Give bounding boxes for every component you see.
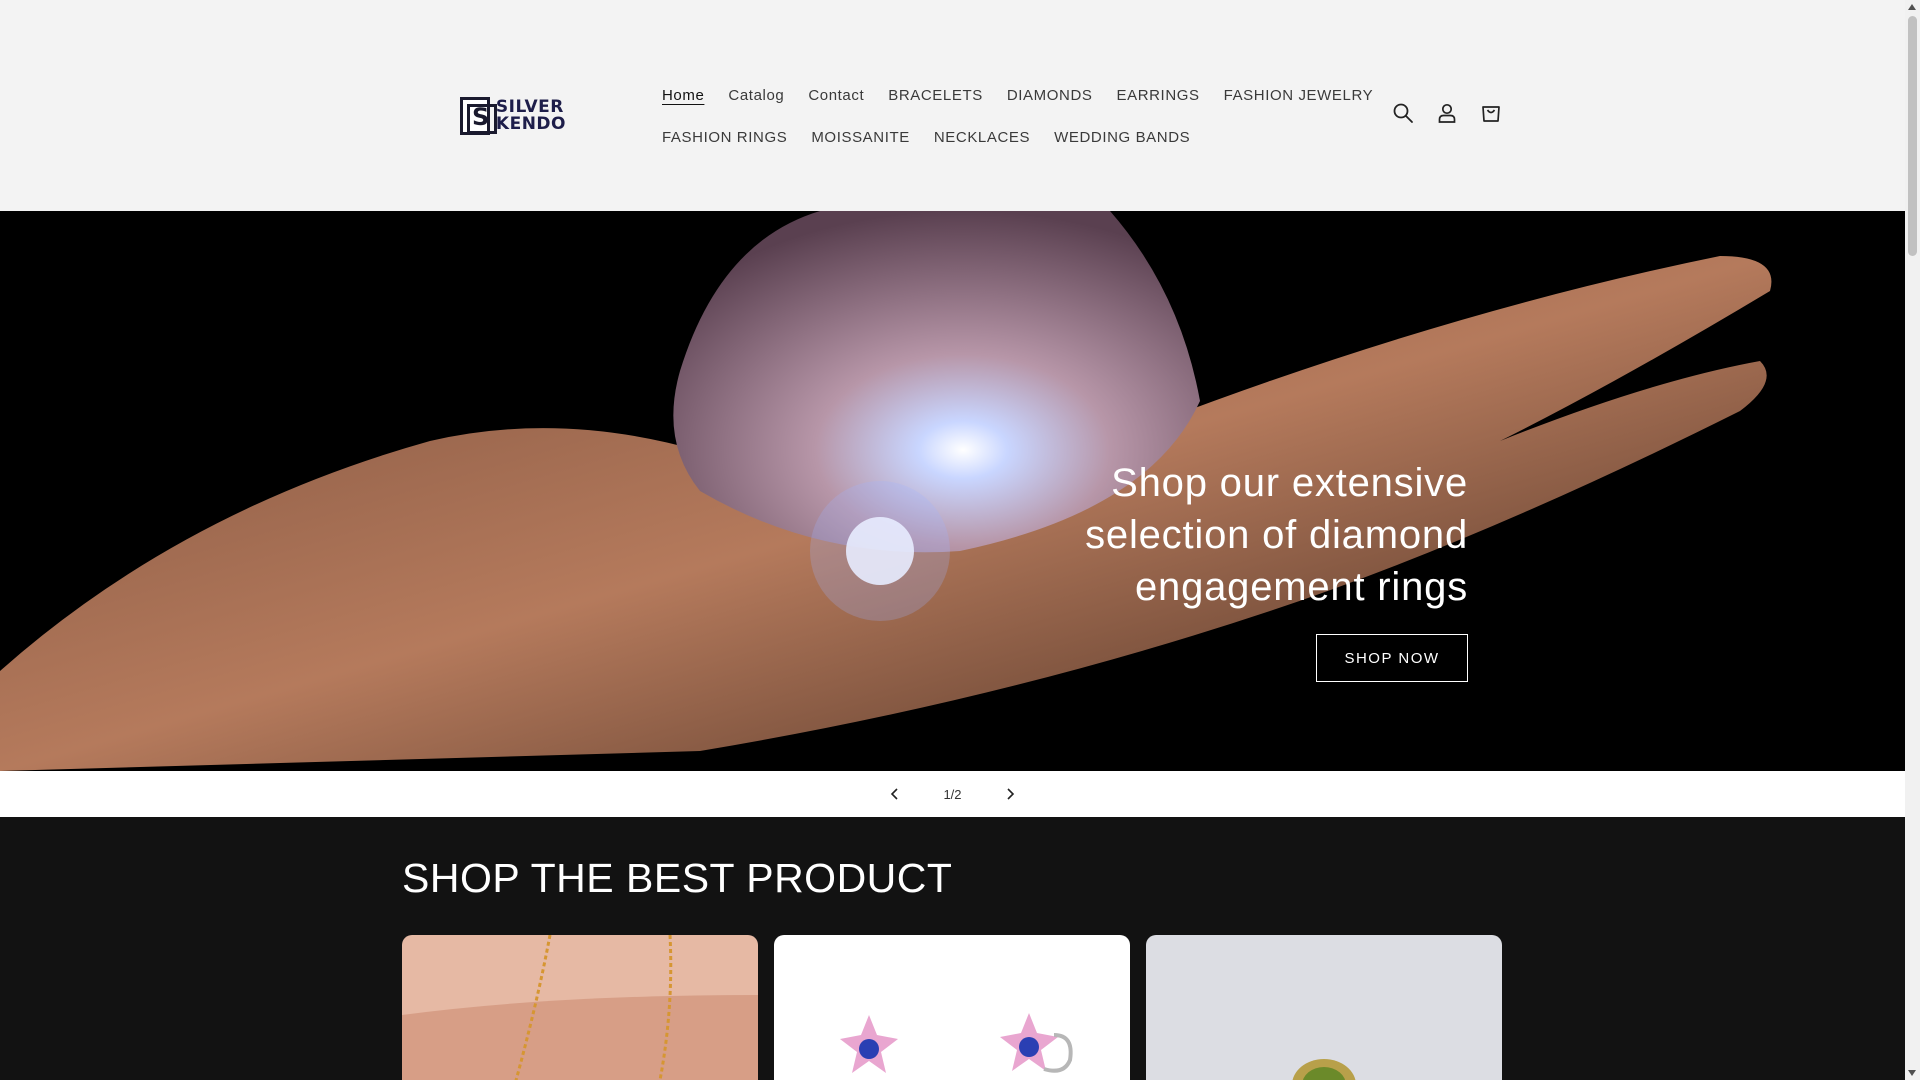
product-section: SHOP THE BEST PRODUCT [0,817,1905,1080]
slide-counter: 1/2 [943,786,962,802]
scroll-thumb[interactable] [1908,16,1917,256]
hero-image [0,211,1905,771]
necklace-image [402,935,758,1080]
main-nav: Home Catalog Contact BRACELETS DIAMONDS … [650,80,1373,164]
slider-controls: 1/2 [0,771,1905,817]
header-icons [1390,100,1504,126]
product-card-earrings[interactable] [774,935,1130,1080]
nav-contact[interactable]: Contact [808,87,864,104]
chevron-right-icon[interactable] [998,782,1022,806]
site-header: SILVER KENDO Home Catalog Contact BRACEL… [0,0,1905,211]
shop-now-button[interactable]: SHOP NOW [1316,634,1468,682]
nav-diamonds[interactable]: DIAMONDS [1007,87,1093,104]
chevron-left-icon[interactable] [883,782,907,806]
search-icon[interactable] [1390,100,1416,126]
nav-row-2: FASHION RINGS MOISSANITE NECKLACES WEDDI… [650,122,1350,152]
nav-fashion-jewelry[interactable]: FASHION JEWELRY [1224,87,1374,104]
brand-logo[interactable]: SILVER KENDO [460,96,566,136]
hero-slideshow: Shop our extensive selection of diamond … [0,211,1905,771]
nav-moissanite[interactable]: MOISSANITE [811,129,910,146]
logo-mark-icon [460,97,497,135]
nav-row-1: Home Catalog Contact BRACELETS DIAMONDS … [650,80,1373,110]
logo-line2: KENDO [495,114,566,134]
hero-heading-line2: selection of diamond [1085,513,1468,557]
section-heading: SHOP THE BEST PRODUCT [402,855,953,901]
cart-icon[interactable] [1478,100,1504,126]
product-card-ring[interactable] [1146,935,1502,1080]
nav-catalog[interactable]: Catalog [728,87,784,104]
starfish-earrings-image [774,935,1130,1080]
nav-earrings[interactable]: EARRINGS [1116,87,1199,104]
scroll-up-arrow-icon[interactable] [1908,4,1916,10]
account-icon[interactable] [1434,100,1460,126]
product-card-necklace[interactable] [402,935,758,1080]
ring-image [1146,935,1502,1080]
nav-necklaces[interactable]: NECKLACES [934,129,1030,146]
scroll-down-arrow-icon[interactable] [1908,1070,1916,1076]
page-scrollbar[interactable] [1905,0,1920,1080]
nav-home[interactable]: Home [662,87,704,104]
nav-fashion-rings[interactable]: FASHION RINGS [662,129,787,146]
nav-wedding-bands[interactable]: WEDDING BANDS [1054,129,1190,146]
hero-heading-line1: Shop our extensive [1111,461,1468,505]
hero-heading: Shop our extensive selection of diamond … [1048,457,1468,613]
nav-bracelets[interactable]: BRACELETS [888,87,983,104]
hero-heading-line3: engagement rings [1134,565,1468,609]
